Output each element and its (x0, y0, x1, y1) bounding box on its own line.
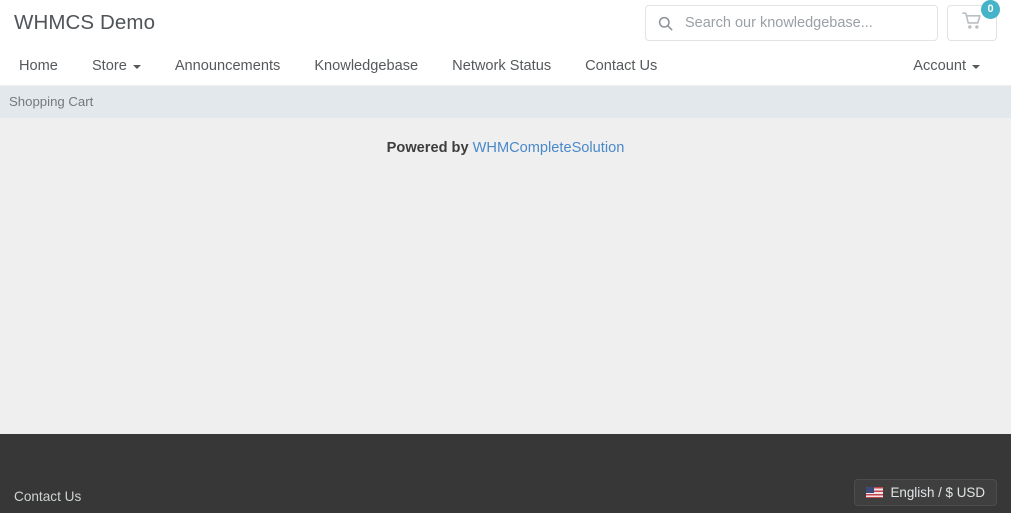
nav-item-label: Account (913, 57, 966, 74)
nav-list: Home Store Announcements Knowledgebase N… (14, 59, 674, 74)
powered-by-text: Powered by WHMCompleteSolution (0, 138, 1011, 158)
shopping-cart-button[interactable]: 0 (947, 0, 1000, 41)
nav-item-store[interactable]: Store (75, 59, 158, 74)
site-footer: Contact Us English / $ USD (0, 434, 1011, 513)
cart-count-badge: 0 (981, 0, 1000, 19)
powered-by-prefix: Powered by (386, 140, 473, 156)
nav-item-home[interactable]: Home (14, 59, 75, 74)
footer-contact-us-link[interactable]: Contact Us (14, 489, 81, 504)
language-currency-label: English / $ USD (890, 484, 985, 500)
page-title: WHMCS Demo (14, 11, 156, 35)
nav-item-label: Network Status (452, 57, 552, 74)
search-input[interactable] (685, 15, 925, 31)
nav-item-knowledgebase[interactable]: Knowledgebase (297, 59, 435, 74)
breadcrumb: Shopping Cart (0, 86, 1011, 118)
breadcrumb-item-shopping-cart[interactable]: Shopping Cart (9, 95, 93, 108)
shopping-cart-icon (961, 11, 983, 35)
nav-item-label: Home (19, 57, 58, 74)
site-header: WHMCS Demo Search our knowledgebase... 0 (0, 0, 1011, 47)
nav-right: Account (908, 59, 997, 74)
header-actions: 0 (645, 0, 1000, 41)
main-content: Powered by WHMCompleteSolution (0, 118, 1011, 434)
whmcs-link[interactable]: WHMCompleteSolution (473, 140, 625, 156)
search-box[interactable] (645, 5, 938, 41)
nav-item-label: Store (91, 57, 127, 74)
nav-item-contact-us[interactable]: Contact Us (568, 59, 674, 74)
main-navigation: Home Store Announcements Knowledgebase N… (0, 47, 1011, 86)
us-flag-icon (866, 487, 884, 498)
chevron-down-icon (132, 65, 141, 69)
language-currency-button[interactable]: English / $ USD (854, 479, 997, 506)
nav-item-network-status[interactable]: Network Status (435, 59, 568, 74)
chevron-down-icon (972, 65, 980, 69)
nav-item-announcements[interactable]: Announcements (158, 59, 297, 74)
search-icon (658, 16, 673, 31)
nav-item-label: Contact Us (585, 57, 658, 74)
nav-item-account[interactable]: Account (908, 59, 997, 74)
nav-item-label: Announcements (174, 57, 281, 74)
page-root: WHMCS Demo Search our knowledgebase... 0… (0, 0, 1011, 513)
nav-item-label: Knowledgebase (314, 57, 419, 74)
